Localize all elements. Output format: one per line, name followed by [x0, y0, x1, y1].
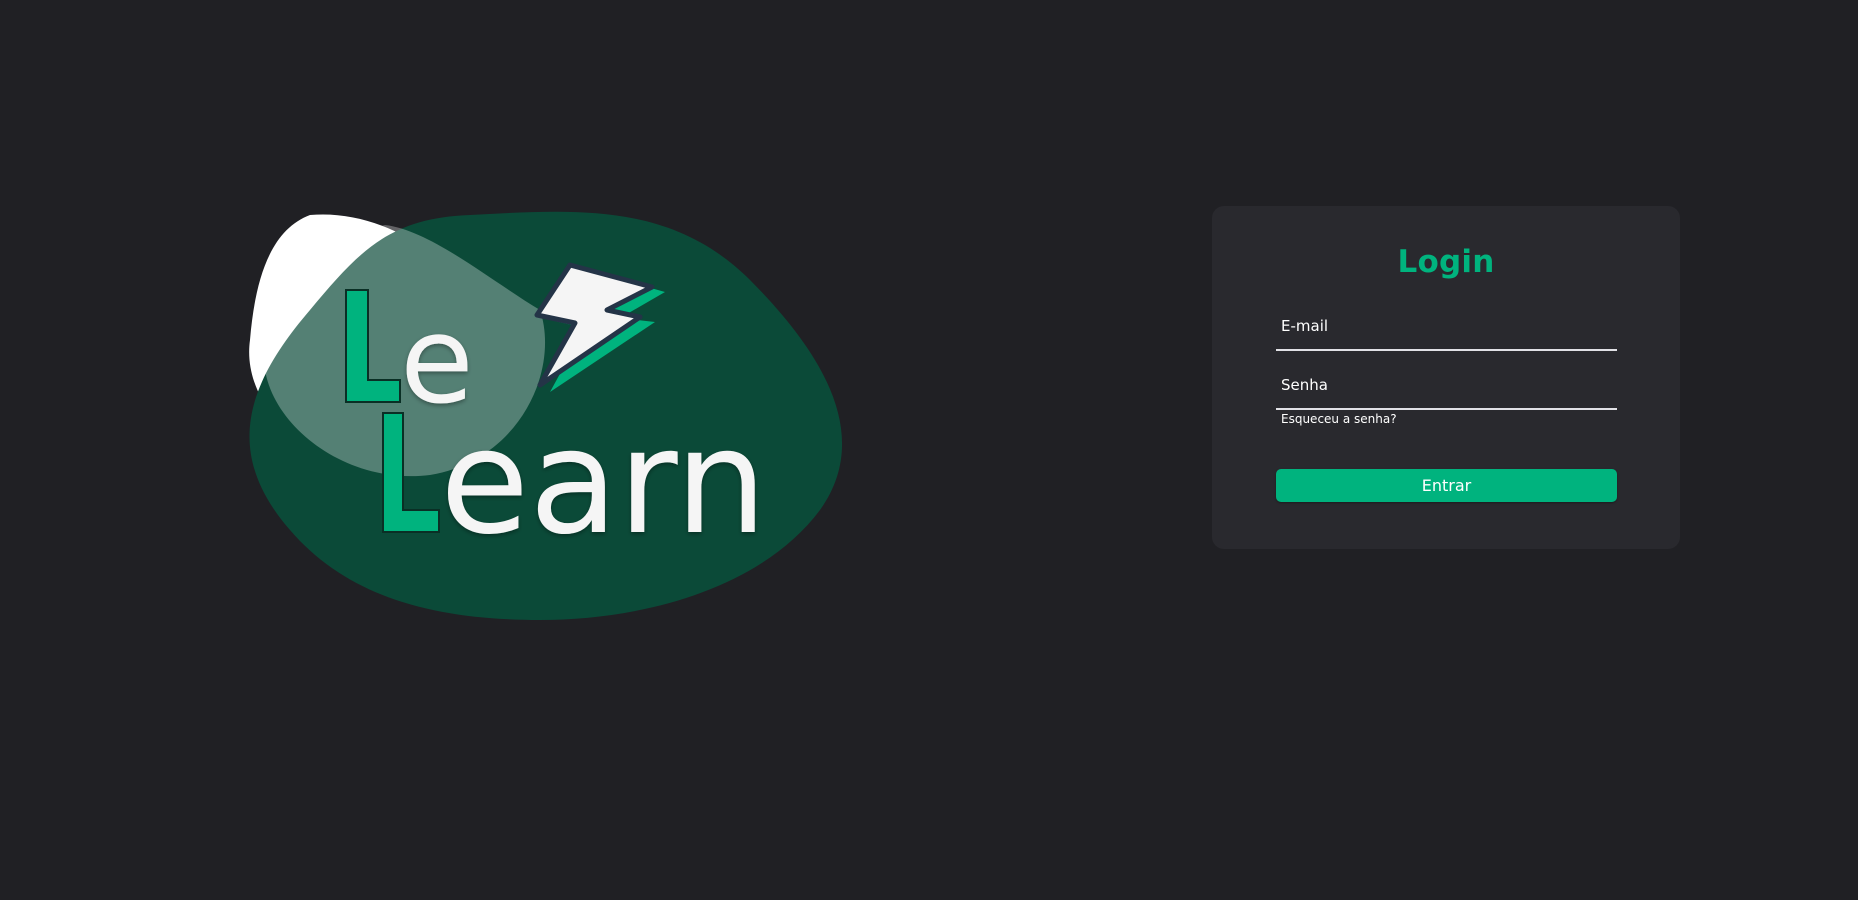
- logo-text-bottom: earn: [440, 398, 767, 567]
- login-card: Login Esqueceu a senha? Entrar: [1212, 206, 1680, 549]
- login-submit-button[interactable]: Entrar: [1276, 469, 1617, 502]
- password-field: [1276, 362, 1617, 410]
- email-input[interactable]: [1276, 303, 1617, 349]
- password-input[interactable]: [1276, 362, 1617, 408]
- login-page: e earn Login Esqueceu a senha? Entrar: [0, 0, 1858, 900]
- email-field: [1276, 303, 1617, 351]
- logo-graphic: e earn: [249, 211, 843, 620]
- login-title: Login: [1397, 244, 1495, 280]
- forgot-password-link[interactable]: Esqueceu a senha?: [1281, 412, 1397, 426]
- brand-logo: e earn: [240, 210, 880, 630]
